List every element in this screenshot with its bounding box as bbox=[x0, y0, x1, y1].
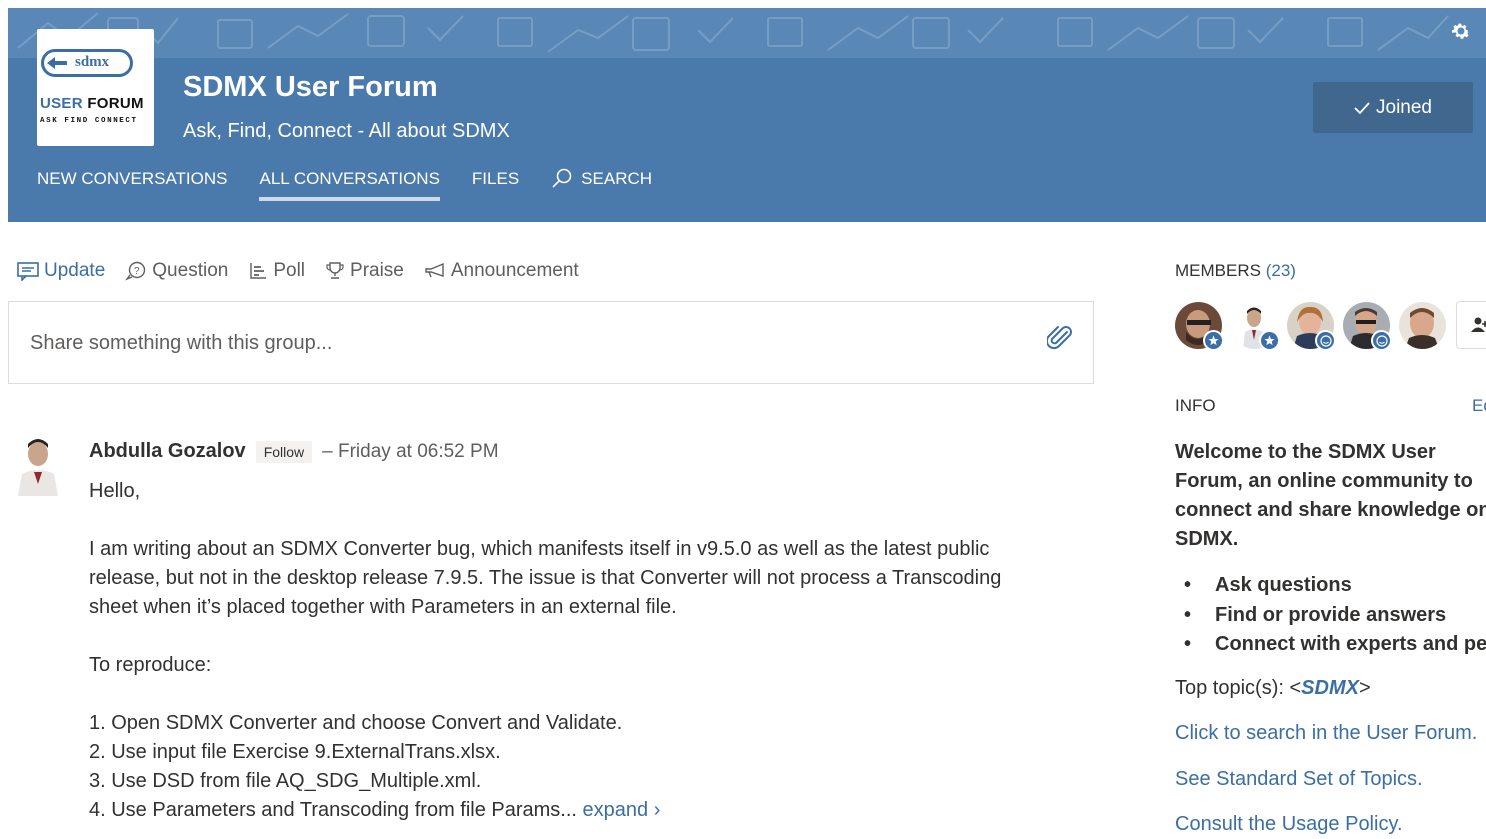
share-placeholder: Share something with this group... bbox=[30, 332, 333, 354]
search-forum-link[interactable]: Click to search in the User Forum. bbox=[1175, 722, 1477, 745]
logo-badge-text: sdmx bbox=[75, 54, 110, 70]
nav-search[interactable]: SEARCH bbox=[551, 168, 652, 204]
author-name[interactable]: Abdulla Gozalov bbox=[89, 440, 246, 463]
paperclip-icon bbox=[1045, 326, 1072, 350]
group-tagline: Ask, Find, Connect - All about SDMX bbox=[183, 120, 510, 142]
logo-tagline: ASK FIND CONNECT bbox=[40, 117, 138, 125]
star-icon bbox=[1264, 335, 1275, 346]
list-item: Ask questions bbox=[1175, 571, 1486, 601]
member-avatar[interactable] bbox=[1343, 302, 1392, 351]
edit-info-link[interactable]: Edit bbox=[1472, 396, 1486, 416]
smile-icon bbox=[1319, 334, 1332, 347]
member-avatars bbox=[1175, 302, 1446, 351]
usage-policy-link[interactable]: Consult the Usage Policy. bbox=[1175, 813, 1403, 836]
top-topics: Top topic(s): <SDMX> bbox=[1175, 677, 1371, 699]
avatar-photo bbox=[12, 434, 64, 496]
list-item: 2. Use input file Exercise 9.ExternalTra… bbox=[89, 741, 501, 763]
list-item: 4. Use Parameters and Transcoding from f… bbox=[89, 799, 661, 821]
group-nav: NEW CONVERSATIONS ALL CONVERSATIONS FILE… bbox=[37, 168, 684, 204]
author-avatar[interactable] bbox=[12, 434, 64, 496]
list-item: 3. Use DSD from file AQ_SDG_Multiple.xml… bbox=[89, 770, 482, 792]
admin-badge bbox=[1203, 330, 1224, 351]
update-icon bbox=[17, 262, 39, 281]
search-icon bbox=[552, 168, 572, 188]
smile-badge bbox=[1315, 330, 1336, 351]
trophy-icon bbox=[326, 262, 344, 279]
tab-poll[interactable]: Poll bbox=[248, 260, 305, 282]
tab-update[interactable]: Update bbox=[17, 260, 105, 282]
member-avatar[interactable] bbox=[1399, 302, 1446, 349]
avatar-photo bbox=[1399, 302, 1446, 349]
group-title: SDMX User Forum bbox=[183, 71, 438, 103]
nav-new-conversations[interactable]: NEW CONVERSATIONS bbox=[37, 168, 227, 204]
logo-title: USER FORUM bbox=[40, 95, 144, 112]
tab-announcement[interactable]: Announcement bbox=[424, 260, 579, 282]
tab-praise[interactable]: Praise bbox=[325, 260, 404, 282]
post-reproduce: To reproduce: bbox=[89, 654, 212, 676]
list-item: Connect with experts and peers bbox=[1175, 630, 1486, 660]
post-header: Abdulla Gozalov Follow – Friday at 06:52… bbox=[89, 440, 499, 463]
standard-topics-link[interactable]: See Standard Set of Topics. bbox=[1175, 768, 1423, 791]
attach-button[interactable] bbox=[1045, 324, 1073, 357]
smile-icon bbox=[1375, 334, 1388, 347]
post-greeting: Hello, bbox=[89, 480, 141, 502]
follow-button[interactable]: Follow bbox=[255, 440, 313, 463]
member-avatar[interactable] bbox=[1175, 302, 1224, 351]
member-avatar[interactable] bbox=[1287, 302, 1336, 351]
members-heading[interactable]: MEMBERS (23) bbox=[1175, 261, 1296, 281]
logo-arrow-icon bbox=[47, 57, 67, 69]
expand-link[interactable]: expand › bbox=[583, 799, 661, 821]
nav-all-conversations[interactable]: ALL CONVERSATIONS bbox=[259, 168, 441, 204]
nav-files[interactable]: FILES bbox=[472, 168, 519, 204]
list-item: 1. Open SDMX Converter and choose Conver… bbox=[89, 712, 623, 734]
group-logo: sdmx USER FORUM ASK FIND CONNECT bbox=[37, 29, 154, 146]
admin-badge bbox=[1259, 330, 1280, 351]
poll-icon bbox=[250, 263, 267, 279]
tab-question[interactable]: ? Question bbox=[125, 260, 228, 282]
megaphone-icon bbox=[425, 262, 444, 278]
share-input[interactable]: Share something with this group... bbox=[8, 301, 1094, 384]
topic-tag-sdmx[interactable]: SDMX bbox=[1301, 677, 1359, 699]
info-heading: INFO bbox=[1175, 396, 1216, 415]
welcome-text: Welcome to the SDMX User Forum, an onlin… bbox=[1175, 441, 1486, 550]
smile-badge bbox=[1371, 330, 1392, 351]
post-timestamp[interactable]: – Friday at 06:52 PM bbox=[322, 441, 498, 463]
members-count: (23) bbox=[1265, 261, 1296, 280]
right-sidebar: MEMBERS (23) INFO E Welcome to the SDMX … bbox=[1175, 0, 1486, 839]
post-paragraph: I am writing about an SDMX Converter bug… bbox=[89, 538, 1002, 618]
add-person-icon bbox=[1471, 317, 1486, 332]
member-avatar[interactable] bbox=[1231, 302, 1280, 351]
info-bullets: Ask questions Find or provide answers Co… bbox=[1175, 571, 1486, 660]
publisher-tabs: Update ? Question Poll Praise Announceme… bbox=[17, 260, 579, 282]
add-member-button[interactable] bbox=[1456, 301, 1486, 349]
list-item: Find or provide answers bbox=[1175, 601, 1486, 631]
star-icon bbox=[1208, 335, 1219, 346]
question-icon: ? bbox=[125, 261, 146, 281]
post-steps: 1. Open SDMX Converter and choose Conver… bbox=[89, 709, 1049, 825]
svg-text:?: ? bbox=[134, 266, 140, 277]
post-body: Hello, I am writing about an SDMX Conver… bbox=[89, 477, 1049, 825]
